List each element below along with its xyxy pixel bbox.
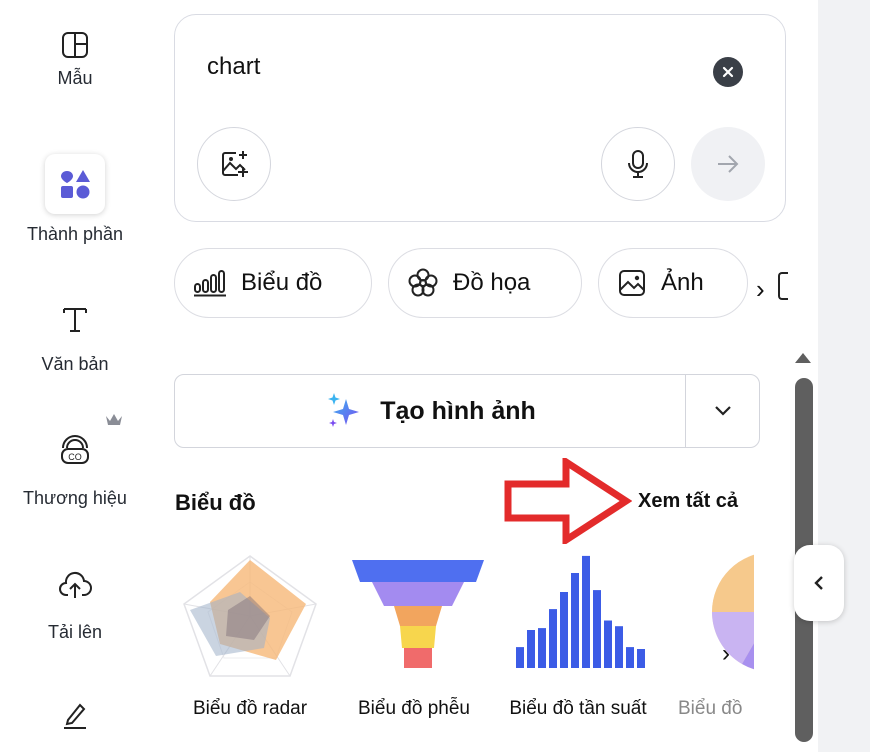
flower-icon <box>408 268 438 297</box>
histogram-bar <box>582 555 590 668</box>
histogram-bar <box>516 647 524 668</box>
nav-item-templates[interactable]: Mẫu <box>0 30 150 89</box>
elements-icon <box>61 170 90 199</box>
chip-graphics[interactable]: Đồ họa <box>388 248 582 318</box>
submit-button[interactable] <box>691 127 765 201</box>
card-label: Biểu đồ radar <box>192 698 308 719</box>
nav-label: Tải lên <box>47 622 103 642</box>
histogram-bar <box>560 592 568 668</box>
image-upload-icon <box>222 151 248 177</box>
nav-item-brand[interactable]: CO Thương hiệu <box>0 432 150 509</box>
image-upload-button[interactable] <box>197 127 271 201</box>
card-label: Biểu đồ <box>678 698 743 719</box>
upload-cloud-icon <box>59 572 92 598</box>
generate-options-dropdown[interactable] <box>686 375 760 447</box>
brand-icon: CO <box>61 435 89 464</box>
histogram-bar <box>538 628 546 668</box>
bar-chart-icon <box>194 270 226 297</box>
radar-chart-thumbnail <box>183 555 317 677</box>
annotation-arrow-icon <box>504 458 632 544</box>
chips-scroll-right-icon[interactable]: › <box>756 274 765 305</box>
histogram-bar <box>637 649 645 668</box>
search-input[interactable]: chart <box>207 53 260 81</box>
chip-label: Ảnh <box>661 269 704 296</box>
chart-card-histogram[interactable]: Biểu đồ tần suất <box>498 552 658 719</box>
nav-label: Thành phần <box>26 224 124 244</box>
funnel-chart-thumbnail <box>352 560 484 668</box>
chevron-down-icon <box>715 406 731 416</box>
next-chip-partial <box>778 272 788 300</box>
nav-item-text[interactable]: Văn bản <box>0 304 150 375</box>
chart-card-pie[interactable]: › Biểu đồ <box>664 552 754 752</box>
card-label: Biểu đồ tần suất <box>509 698 647 719</box>
side-nav: Mẫu Thành phần Văn bản CO Thương hiệu Tả… <box>0 0 150 752</box>
histogram-bar <box>593 590 601 668</box>
section-title: Biểu đồ <box>175 490 256 515</box>
chart-card-funnel[interactable]: Biểu đồ phễu <box>334 552 494 719</box>
text-icon <box>63 308 87 332</box>
sparkle-icon <box>328 393 360 427</box>
card-label: Biểu đồ phễu <box>358 698 470 719</box>
chart-card-radar[interactable]: Biểu đồ radar <box>170 552 330 719</box>
chip-label: Biểu đồ <box>241 269 323 296</box>
histogram-bar <box>571 573 579 668</box>
crown-icon <box>106 414 122 425</box>
elements-tile <box>45 154 105 214</box>
nav-item-draw[interactable] <box>0 700 150 730</box>
microphone-icon <box>628 150 648 178</box>
histogram-bar <box>615 626 623 668</box>
chip-charts[interactable]: Biểu đồ <box>174 248 372 318</box>
photo-icon <box>619 270 645 296</box>
generate-image-button[interactable]: Tạo hình ảnh <box>175 375 685 447</box>
histogram-bar <box>527 630 535 668</box>
draw-icon <box>64 703 86 729</box>
pie-chart-thumbnail <box>711 554 754 670</box>
card-next-icon[interactable]: › <box>722 640 730 668</box>
histogram-chart-thumbnail <box>516 555 645 668</box>
chip-photos[interactable]: Ảnh <box>598 248 748 318</box>
generate-image-label: Tạo hình ảnh <box>380 396 536 425</box>
nav-item-uploads[interactable]: Tải lên <box>0 568 150 643</box>
scroll-up-arrow-icon[interactable] <box>793 350 813 366</box>
see-all-link[interactable]: Xem tất cả <box>638 490 738 513</box>
nav-label: Mẫu <box>57 68 93 88</box>
svg-text:CO: CO <box>68 452 82 462</box>
voice-input-button[interactable] <box>601 127 675 201</box>
histogram-bar <box>549 609 557 668</box>
generate-image-split-button: Tạo hình ảnh <box>174 374 760 448</box>
chip-label: Đồ họa <box>453 269 531 296</box>
chevron-left-icon <box>814 576 823 590</box>
collapse-panel-button[interactable] <box>794 545 844 621</box>
ai-search-box[interactable]: chart <box>174 14 786 222</box>
send-arrow-icon <box>718 155 739 173</box>
clear-search-button[interactable] <box>713 57 743 87</box>
histogram-bar <box>626 647 634 668</box>
close-icon <box>722 66 734 78</box>
canvas-area-edge <box>818 0 870 752</box>
nav-label: Thương hiệu <box>23 488 127 508</box>
nav-item-elements[interactable]: Thành phần <box>0 154 150 245</box>
template-icon <box>62 32 88 58</box>
nav-label: Văn bản <box>41 354 109 374</box>
histogram-bar <box>604 620 612 668</box>
filter-chips: Biểu đồ Đồ họa Ảnh › <box>174 248 790 320</box>
